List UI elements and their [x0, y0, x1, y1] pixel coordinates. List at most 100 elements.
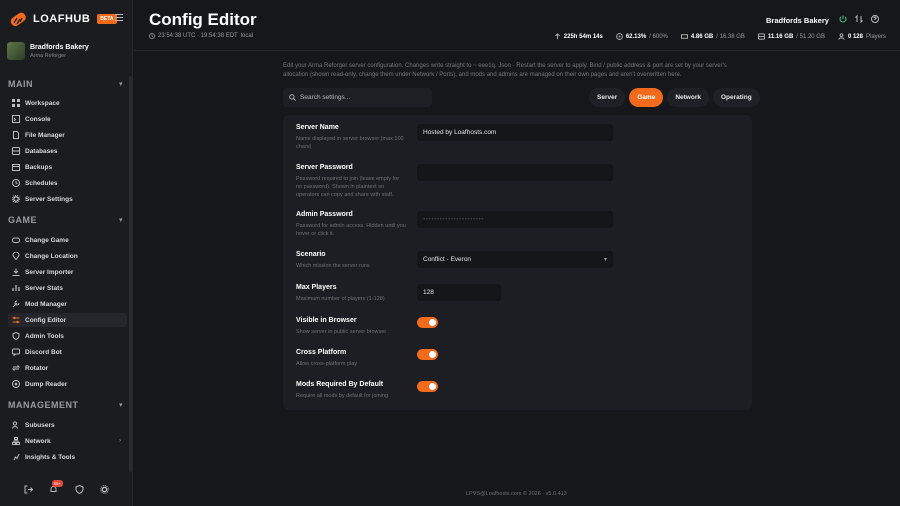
max-players-input[interactable] [417, 284, 501, 301]
terminal-icon [12, 115, 20, 123]
server-card[interactable]: Bradfords Bakery Arma Reforger [7, 42, 89, 60]
chevron-down-icon: ▾ [603, 257, 607, 263]
shield-icon[interactable] [74, 484, 84, 494]
nav-subusers[interactable]: Subusers [8, 418, 127, 432]
stat-uptime: 225h 54m 14s [554, 33, 603, 40]
nav-server-settings[interactable]: Server Settings [8, 192, 127, 206]
settings-search[interactable] [283, 88, 432, 107]
nav-server-stats[interactable]: Server Stats [8, 281, 127, 295]
clock-suffix: local [240, 33, 254, 39]
chevron-down-icon: ▾ [118, 81, 123, 88]
target-icon [12, 380, 20, 388]
nav-discord-bot[interactable]: Discord Bot [8, 345, 127, 359]
chevron-right-icon: › [119, 438, 121, 444]
visible-in-browser-toggle[interactable] [417, 317, 438, 328]
nav-config-editor[interactable]: Config Editor [8, 313, 127, 327]
settings-tabs: Server Game Network Operating [589, 88, 760, 107]
tab-operating[interactable]: Operating [712, 88, 760, 107]
header-server-name: Bradfords Bakery [766, 16, 829, 25]
clock: 23:54:38 UTC · 19:54:38 EDT local [149, 33, 253, 39]
config-description: Edit your Arma Reforger server configura… [283, 63, 727, 78]
setting-admin-password: Admin Password Password for admin access… [296, 211, 736, 238]
mods-required-toggle[interactable] [417, 381, 438, 392]
server-password-input[interactable] [417, 164, 613, 181]
section-management[interactable]: MANAGEMENT ▾ [8, 400, 123, 410]
help-icon[interactable] [871, 15, 879, 23]
shield-icon [12, 332, 20, 340]
brand[interactable]: LOAFHUB BETA [8, 9, 117, 29]
grid-icon [12, 99, 20, 107]
chevron-down-icon: ▾ [118, 217, 123, 224]
rotate-icon [12, 364, 20, 372]
nav-file-manager[interactable]: File Manager [8, 128, 127, 142]
nav-console[interactable]: Console [8, 112, 127, 126]
location-pin-icon [12, 252, 20, 260]
section-main[interactable]: MAIN ▾ [8, 79, 123, 89]
sidebar: LOAFHUB BETA Bradfords Bakery Arma Refor… [0, 0, 133, 506]
nav-change-game[interactable]: Change Game [8, 233, 127, 247]
stat-disk: 11.16 GB / 51.20 GB [757, 33, 825, 40]
setting-server-name: Server Name Name displayed in server bro… [296, 124, 736, 151]
tab-network[interactable]: Network [667, 88, 709, 107]
lightbulb-icon [12, 453, 20, 461]
tab-server[interactable]: Server [589, 88, 626, 107]
network-icon [12, 437, 20, 445]
disk-icon [757, 33, 765, 40]
server-name-input[interactable] [417, 124, 613, 141]
backup-icon [12, 163, 20, 171]
bell-icon[interactable]: 99+ [49, 480, 63, 494]
section-game[interactable]: GAME ▾ [8, 215, 123, 225]
server-stats: 225h 54m 14s 62.13% / 600% 4.86 GB / 16.… [554, 33, 886, 40]
nav-workspace[interactable]: Workspace [8, 96, 127, 110]
notification-badge: 99+ [51, 480, 63, 487]
nav-mod-manager[interactable]: Mod Manager [8, 297, 127, 311]
menu-toggle-icon[interactable] [115, 14, 123, 21]
sidebar-scrollbar[interactable] [129, 76, 132, 472]
setting-visible-in-browser: Visible in Browser Show server in public… [296, 317, 736, 336]
chevron-down-icon: ▾ [118, 402, 123, 409]
uptime-icon [554, 33, 560, 40]
admin-password-input[interactable]: •••••••••••••••••••••• [417, 211, 613, 228]
setting-max-players: Max Players Maximum number of players (1… [296, 284, 736, 303]
beta-badge: BETA [97, 14, 117, 24]
sliders-icon [12, 316, 20, 324]
stat-memory: 4.86 GB / 16.38 GB [680, 33, 745, 40]
nav-admin-tools[interactable]: Admin Tools [8, 329, 127, 343]
database-icon [12, 147, 20, 155]
nav-dump-reader[interactable]: Dump Reader [8, 377, 127, 391]
nav-schedules[interactable]: Schedules [8, 176, 127, 190]
logout-icon[interactable] [24, 484, 34, 494]
wrench-icon [12, 300, 20, 308]
clock-icon [149, 33, 155, 39]
nav-server-importer[interactable]: Server Importer [8, 265, 127, 279]
nav-network[interactable]: Network › [8, 434, 127, 448]
nav-insights-tools[interactable]: Insights & Tools [8, 450, 127, 464]
header-actions [839, 15, 879, 23]
chat-icon [12, 348, 20, 356]
scenario-select[interactable]: Conflict - Everon ▾ [417, 251, 613, 268]
nav-rotator[interactable]: Rotator [8, 361, 127, 375]
server-avatar [7, 42, 25, 60]
gear-icon [12, 195, 20, 203]
setting-mods-required: Mods Required By Default Require all mod… [296, 381, 736, 400]
stat-players: 0 128 Players [838, 33, 886, 40]
tab-game[interactable]: Game [629, 88, 664, 107]
nav-change-location[interactable]: Change Location [8, 249, 127, 263]
file-icon [12, 131, 20, 139]
gear-icon[interactable] [99, 484, 109, 494]
cross-platform-toggle[interactable] [417, 349, 438, 360]
stat-cpu: 62.13% / 600% [616, 33, 668, 40]
setting-cross-platform: Cross Platform Allow cross-platform play [296, 349, 736, 368]
swap-icon[interactable] [855, 15, 863, 23]
server-game: Arma Reforger [30, 52, 67, 59]
settings-panel: Server Name Name displayed in server bro… [283, 115, 752, 410]
stats-icon [12, 284, 20, 292]
gamepad-icon [12, 236, 20, 244]
search-icon [289, 94, 296, 101]
nav-backups[interactable]: Backups [8, 160, 127, 174]
nav-databases[interactable]: Databases [8, 144, 127, 158]
cpu-icon [616, 33, 623, 40]
power-icon[interactable] [839, 15, 847, 23]
search-input[interactable] [300, 94, 420, 101]
players-icon [838, 33, 845, 40]
